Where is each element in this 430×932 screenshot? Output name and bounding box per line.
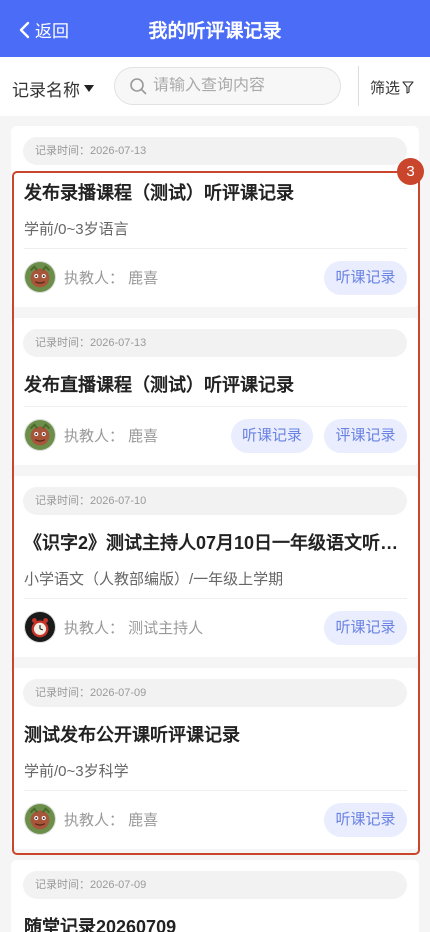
teacher-info: 执教人： 测试主持人 xyxy=(24,611,203,643)
teacher-info: 执教人： 鹿喜 xyxy=(24,803,158,835)
teacher-info: 执教人： 鹿喜 xyxy=(24,419,158,451)
teacher-label: 执教人： 测试主持人 xyxy=(64,619,204,637)
avatar-character-icon xyxy=(25,262,55,292)
record-title: 随堂记录20260709 xyxy=(24,917,177,932)
record-card[interactable]: 记录时间：2026-07-09 随堂记录20260709 xyxy=(11,860,419,932)
record-title: 测试发布公开课听评课记录 xyxy=(24,725,240,745)
filter-icon xyxy=(402,81,414,94)
record-time: 记录时间：2026-07-13 xyxy=(23,329,407,357)
avatar xyxy=(24,261,56,293)
toolbar: 记录名称 筛选 xyxy=(0,57,430,116)
filter-button[interactable]: 筛选 xyxy=(370,77,414,98)
record-card[interactable]: 记录时间：2026-07-10 《识字2》测试主持人07月10日一年级语文听评课… xyxy=(11,476,419,657)
teacher-info: 执教人： 鹿喜 xyxy=(24,261,158,293)
sort-dropdown[interactable]: 记录名称 xyxy=(12,76,94,101)
divider xyxy=(24,790,407,791)
count-badge: 3 xyxy=(397,158,424,185)
teacher-label: 执教人： 鹿喜 xyxy=(64,427,159,445)
record-time: 记录时间：2026-07-10 xyxy=(23,487,407,515)
record-subtitle: 学前/0~3岁语言 xyxy=(24,221,129,238)
record-card[interactable]: 记录时间：2026-07-13 发布录播课程（测试）听评课记录 学前/0~3岁语… xyxy=(11,126,419,307)
page-title: 我的听评课记录 xyxy=(148,21,282,42)
avatar xyxy=(24,419,56,451)
record-subtitle: 小学语文（人教部编版）/一年级上学期 xyxy=(24,571,284,588)
teacher-label: 执教人： 鹿喜 xyxy=(64,269,159,287)
search-box xyxy=(114,67,341,105)
search-input[interactable] xyxy=(153,77,323,95)
record-time: 记录时间：2026-07-13 xyxy=(23,137,407,165)
caret-down-icon xyxy=(84,85,94,92)
avatar xyxy=(24,611,56,643)
listen-record-button[interactable]: 听课记录 xyxy=(324,803,407,837)
listen-record-button[interactable]: 听课记录 xyxy=(324,261,407,295)
record-title: 发布直播课程（测试）听评课记录 xyxy=(24,375,294,395)
nav-bar: 返回 我的听评课记录 xyxy=(0,0,430,57)
listen-record-button[interactable]: 听课记录 xyxy=(231,419,313,453)
sort-label: 记录名称 xyxy=(12,81,80,100)
record-time: 记录时间：2026-07-09 xyxy=(23,871,407,899)
record-title: 发布录播课程（测试）听评课记录 xyxy=(24,183,294,203)
record-title: 《识字2》测试主持人07月10日一年级语文听评课记录 xyxy=(24,533,406,553)
avatar-character-icon xyxy=(25,804,55,834)
avatar-character-icon xyxy=(25,420,55,450)
record-card[interactable]: 记录时间：2026-07-13 发布直播课程（测试）听评课记录 执教人： 鹿喜 … xyxy=(11,318,419,465)
search-icon xyxy=(130,78,147,95)
avatar xyxy=(24,803,56,835)
divider xyxy=(358,66,359,106)
filter-label: 筛选 xyxy=(370,80,401,97)
divider xyxy=(24,598,407,599)
divider xyxy=(24,248,407,249)
record-time: 记录时间：2026-07-09 xyxy=(23,679,407,707)
listen-record-button[interactable]: 听课记录 xyxy=(324,611,407,645)
record-subtitle: 学前/0~3岁科学 xyxy=(24,763,129,780)
evaluate-record-button[interactable]: 评课记录 xyxy=(324,419,407,453)
divider xyxy=(24,406,407,407)
record-card[interactable]: 记录时间：2026-07-09 测试发布公开课听评课记录 学前/0~3岁科学 执… xyxy=(11,668,419,849)
avatar-clock-icon xyxy=(25,612,55,642)
teacher-label: 执教人： 鹿喜 xyxy=(64,811,159,829)
